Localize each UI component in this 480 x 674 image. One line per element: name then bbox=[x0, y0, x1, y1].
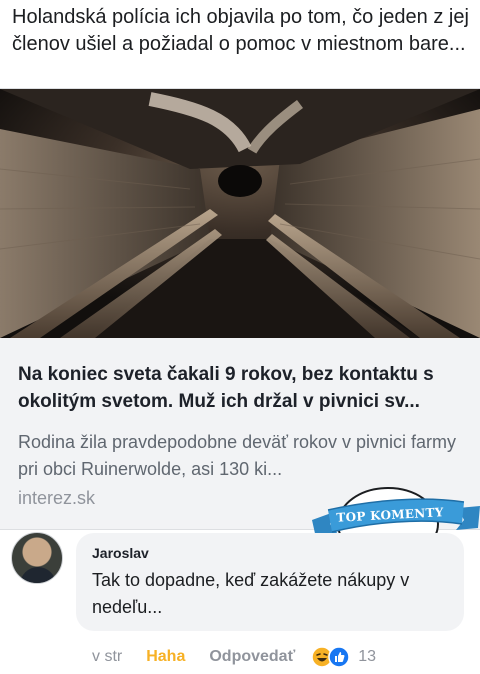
link-preview-image[interactable] bbox=[0, 89, 480, 338]
comment-time[interactable]: v str bbox=[92, 648, 122, 666]
link-description: Rodina žila pravdepodobne deväť rokov v … bbox=[18, 432, 456, 479]
like-thumb-icon bbox=[328, 646, 350, 668]
reaction-count[interactable]: 13 bbox=[358, 648, 376, 666]
link-title[interactable]: Na koniec sveta čakali 9 rokov, bez kont… bbox=[18, 361, 468, 415]
reaction-button[interactable]: Haha bbox=[146, 648, 185, 666]
reply-button[interactable]: Odpovedať bbox=[209, 648, 295, 666]
comment-text: Tak to dopadne, keď zakážete nákupy v ne… bbox=[92, 570, 410, 617]
link-domain: interez.sk bbox=[18, 488, 96, 508]
comment-author[interactable]: Jaroslav bbox=[92, 545, 149, 561]
link-preview-card[interactable]: Na koniec sveta čakali 9 rokov, bez kont… bbox=[0, 88, 480, 530]
reaction-summary[interactable] bbox=[311, 646, 350, 668]
avatar[interactable] bbox=[11, 532, 63, 584]
post-text: Holandská polícia ich objavila po tom, č… bbox=[12, 6, 469, 55]
comment-actions: v str Haha Odpovedať 13 bbox=[92, 645, 376, 669]
